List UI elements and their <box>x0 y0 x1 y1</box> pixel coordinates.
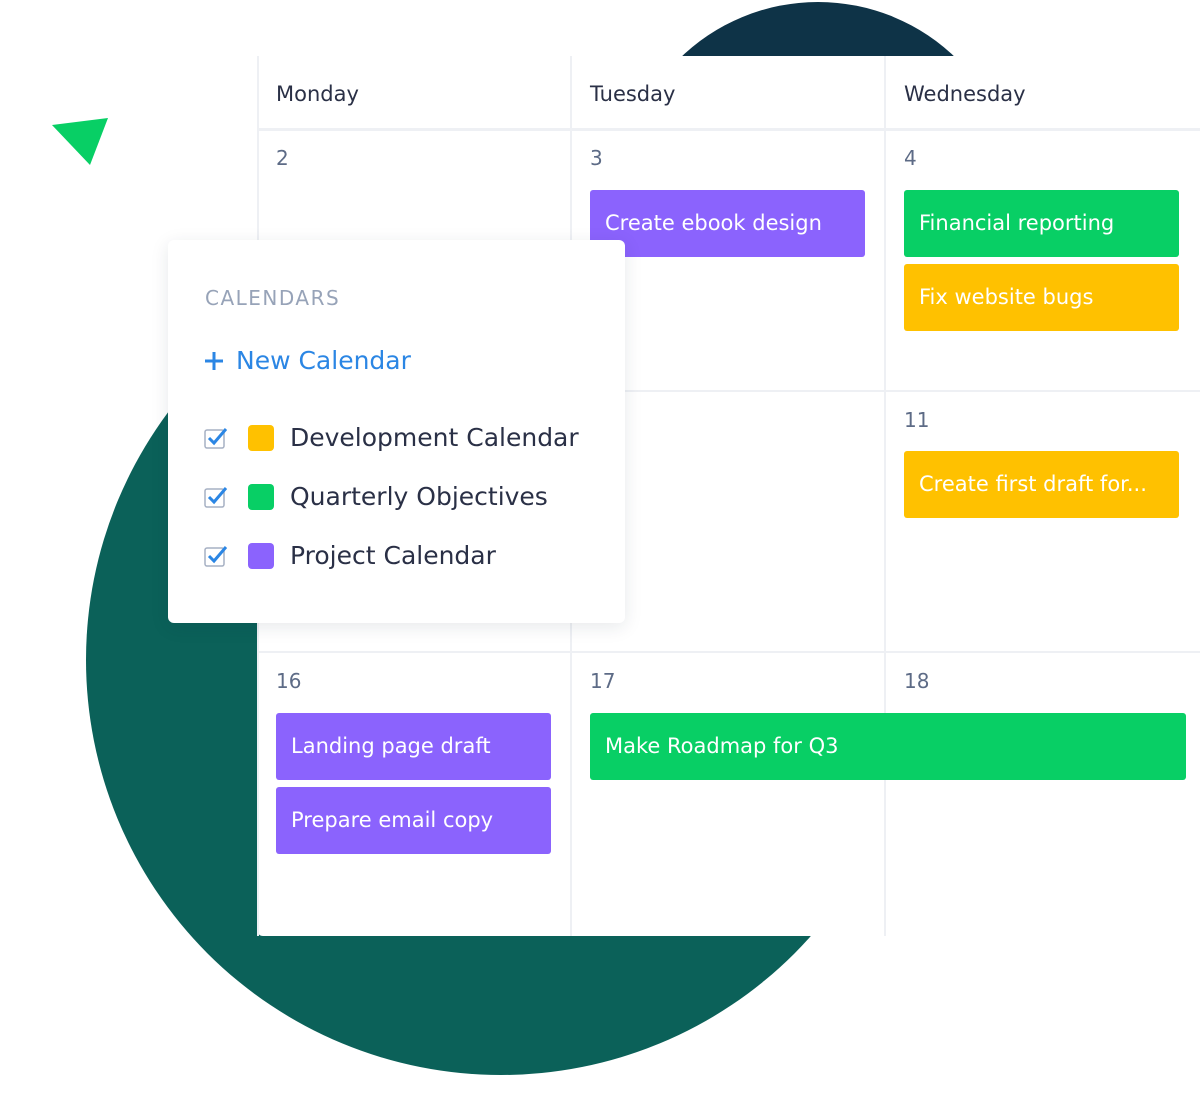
calendar-item-development: Development Calendar <box>204 423 579 452</box>
decorative-triangle <box>52 118 108 165</box>
calendar-item-label: Development Calendar <box>290 423 579 452</box>
event-fix-website-bugs[interactable]: Fix website bugs <box>904 264 1179 331</box>
date-number: 18 <box>904 669 930 693</box>
calendar-item-label: Quarterly Objectives <box>290 482 548 511</box>
color-swatch <box>248 483 274 510</box>
date-number: 4 <box>904 146 917 170</box>
event-financial-reporting[interactable]: Financial reporting <box>904 190 1179 257</box>
day-header-wednesday: Wednesday <box>904 82 1026 106</box>
calendar-item-project: Project Calendar <box>204 541 496 570</box>
divider <box>257 128 1200 131</box>
panel-title: CALENDARS <box>205 286 341 310</box>
day-header-tuesday: Tuesday <box>590 82 676 106</box>
date-number: 16 <box>276 669 302 693</box>
color-swatch <box>248 542 274 569</box>
checkbox-checked-icon[interactable] <box>204 545 228 567</box>
event-prepare-email-copy[interactable]: Prepare email copy <box>276 787 551 854</box>
event-make-roadmap-q3[interactable]: Make Roadmap for Q3 <box>590 713 1186 780</box>
new-calendar-label: New Calendar <box>236 346 411 375</box>
date-number: 2 <box>276 146 289 170</box>
event-landing-page-draft[interactable]: Landing page draft <box>276 713 551 780</box>
date-number: 17 <box>590 669 616 693</box>
event-create-first-draft[interactable]: Create first draft for... <box>904 451 1179 518</box>
calendar-item-label: Project Calendar <box>290 541 496 570</box>
day-header-monday: Monday <box>276 82 359 106</box>
date-number: 11 <box>904 408 930 432</box>
plus-icon <box>205 351 223 370</box>
date-number: 3 <box>590 146 603 170</box>
new-calendar-button[interactable]: New Calendar <box>204 346 411 375</box>
divider <box>884 56 886 936</box>
divider <box>257 651 1200 653</box>
checkbox-checked-icon[interactable] <box>204 427 228 449</box>
checkbox-checked-icon[interactable] <box>204 486 228 508</box>
calendar-item-quarterly: Quarterly Objectives <box>204 482 548 511</box>
calendars-panel: CALENDARS New Calendar Development Calen… <box>168 240 625 623</box>
color-swatch <box>248 424 274 451</box>
event-create-ebook-design[interactable]: Create ebook design <box>590 190 865 257</box>
